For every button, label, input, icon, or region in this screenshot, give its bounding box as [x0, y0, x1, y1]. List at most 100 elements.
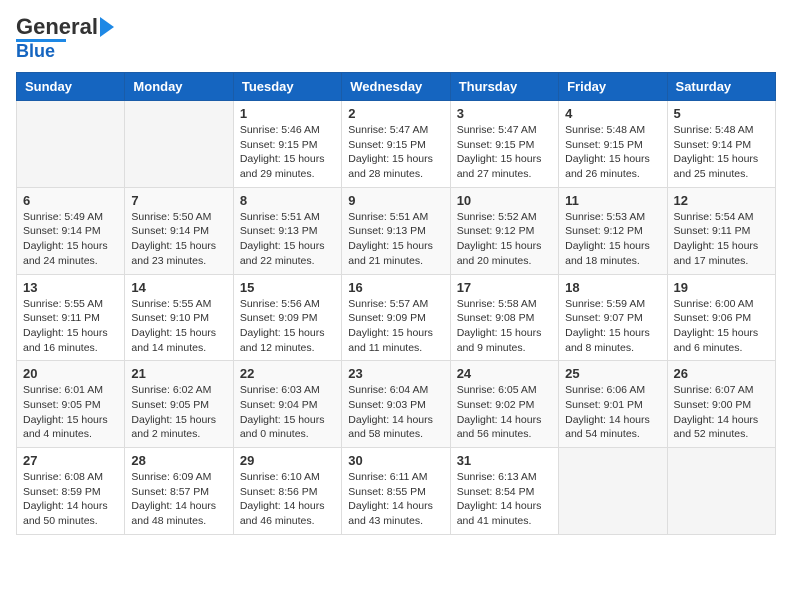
- day-number: 17: [457, 280, 552, 295]
- calendar-cell: 31Sunrise: 6:13 AM Sunset: 8:54 PM Dayli…: [450, 448, 558, 535]
- calendar-cell: 17 Sunrise: 5:58 AM Sunset: 9:08 PM Dayli…: [450, 274, 558, 361]
- calendar-cell: 29Sunrise: 6:10 AM Sunset: 8:56 PM Dayli…: [233, 448, 341, 535]
- calendar-cell: [667, 448, 775, 535]
- day-info: Sunrise: 5:58 AM Sunset: 9:08 PM Dayligh…: [457, 297, 552, 356]
- day-number: 4: [565, 106, 660, 121]
- day-info: Sunrise: 6:06 AM Sunset: 9:01 PM Dayligh…: [565, 383, 660, 442]
- calendar-cell: 27Sunrise: 6:08 AM Sunset: 8:59 PM Dayli…: [17, 448, 125, 535]
- calendar-cell: 24 Sunrise: 6:05 AM Sunset: 9:02 PM Dayli…: [450, 361, 558, 448]
- calendar-cell: 28 Sunrise: 6:09 AM Sunset: 8:57 PM Dayli…: [125, 448, 233, 535]
- calendar-cell: 1 Sunrise: 5:46 AM Sunset: 9:15 PM Daylig…: [233, 101, 341, 188]
- calendar-cell: 9 Sunrise: 5:51 AM Sunset: 9:13 PM Daylig…: [342, 187, 450, 274]
- day-number: 27: [23, 453, 118, 468]
- calendar-cell: 7Sunrise: 5:50 AM Sunset: 9:14 PM Daylig…: [125, 187, 233, 274]
- day-number: 15: [240, 280, 335, 295]
- day-info: Sunrise: 5:59 AM Sunset: 9:07 PM Dayligh…: [565, 297, 660, 356]
- day-number: 13: [23, 280, 118, 295]
- day-number: 9: [348, 193, 443, 208]
- calendar-week-row: 6 Sunrise: 5:49 AM Sunset: 9:14 PM Daylig…: [17, 187, 776, 274]
- calendar-week-row: 1 Sunrise: 5:46 AM Sunset: 9:15 PM Daylig…: [17, 101, 776, 188]
- calendar-cell: 13 Sunrise: 5:55 AM Sunset: 9:11 PM Dayli…: [17, 274, 125, 361]
- calendar-cell: 21 Sunrise: 6:02 AM Sunset: 9:05 PM Dayli…: [125, 361, 233, 448]
- day-number: 12: [674, 193, 769, 208]
- day-number: 1: [240, 106, 335, 121]
- weekday-header-saturday: Saturday: [667, 73, 775, 101]
- day-number: 18: [565, 280, 660, 295]
- day-info: Sunrise: 5:51 AM Sunset: 9:13 PM Dayligh…: [240, 210, 335, 269]
- day-info: Sunrise: 6:02 AM Sunset: 9:05 PM Dayligh…: [131, 383, 226, 442]
- day-info: Sunrise: 5:48 AM Sunset: 9:14 PM Dayligh…: [674, 123, 769, 182]
- day-info: Sunrise: 5:55 AM Sunset: 9:11 PM Dayligh…: [23, 297, 118, 356]
- calendar-cell: 16 Sunrise: 5:57 AM Sunset: 9:09 PM Dayli…: [342, 274, 450, 361]
- day-info: Sunrise: 5:57 AM Sunset: 9:09 PM Dayligh…: [348, 297, 443, 356]
- calendar-cell: [125, 101, 233, 188]
- day-number: 5: [674, 106, 769, 121]
- calendar-cell: 2Sunrise: 5:47 AM Sunset: 9:15 PM Daylig…: [342, 101, 450, 188]
- day-info: Sunrise: 5:54 AM Sunset: 9:11 PM Dayligh…: [674, 210, 769, 269]
- day-info: Sunrise: 5:51 AM Sunset: 9:13 PM Dayligh…: [348, 210, 443, 269]
- calendar-cell: 19 Sunrise: 6:00 AM Sunset: 9:06 PM Dayli…: [667, 274, 775, 361]
- day-number: 24: [457, 366, 552, 381]
- calendar-cell: 26Sunrise: 6:07 AM Sunset: 9:00 PM Dayli…: [667, 361, 775, 448]
- calendar-week-row: 13 Sunrise: 5:55 AM Sunset: 9:11 PM Dayli…: [17, 274, 776, 361]
- calendar-cell: 14Sunrise: 5:55 AM Sunset: 9:10 PM Dayli…: [125, 274, 233, 361]
- day-number: 16: [348, 280, 443, 295]
- day-info: Sunrise: 6:09 AM Sunset: 8:57 PM Dayligh…: [131, 470, 226, 529]
- day-number: 30: [348, 453, 443, 468]
- calendar-header-row: SundayMondayTuesdayWednesdayThursdayFrid…: [17, 73, 776, 101]
- day-number: 28: [131, 453, 226, 468]
- day-info: Sunrise: 5:56 AM Sunset: 9:09 PM Dayligh…: [240, 297, 335, 356]
- day-info: Sunrise: 6:07 AM Sunset: 9:00 PM Dayligh…: [674, 383, 769, 442]
- weekday-header-thursday: Thursday: [450, 73, 558, 101]
- day-info: Sunrise: 6:01 AM Sunset: 9:05 PM Dayligh…: [23, 383, 118, 442]
- day-number: 25: [565, 366, 660, 381]
- day-number: 8: [240, 193, 335, 208]
- day-info: Sunrise: 6:04 AM Sunset: 9:03 PM Dayligh…: [348, 383, 443, 442]
- logo-blue: Blue: [16, 42, 55, 60]
- weekday-header-monday: Monday: [125, 73, 233, 101]
- day-number: 20: [23, 366, 118, 381]
- day-info: Sunrise: 6:05 AM Sunset: 9:02 PM Dayligh…: [457, 383, 552, 442]
- calendar-cell: 22 Sunrise: 6:03 AM Sunset: 9:04 PM Dayli…: [233, 361, 341, 448]
- calendar-cell: 10 Sunrise: 5:52 AM Sunset: 9:12 PM Dayli…: [450, 187, 558, 274]
- day-number: 2: [348, 106, 443, 121]
- calendar-cell: 5 Sunrise: 5:48 AM Sunset: 9:14 PM Daylig…: [667, 101, 775, 188]
- day-number: 7: [131, 193, 226, 208]
- day-info: Sunrise: 6:00 AM Sunset: 9:06 PM Dayligh…: [674, 297, 769, 356]
- calendar-cell: [559, 448, 667, 535]
- day-info: Sunrise: 6:13 AM Sunset: 8:54 PM Dayligh…: [457, 470, 552, 529]
- day-number: 3: [457, 106, 552, 121]
- day-number: 19: [674, 280, 769, 295]
- calendar-cell: 11Sunrise: 5:53 AM Sunset: 9:12 PM Dayli…: [559, 187, 667, 274]
- weekday-header-sunday: Sunday: [17, 73, 125, 101]
- calendar-cell: 23 Sunrise: 6:04 AM Sunset: 9:03 PM Dayli…: [342, 361, 450, 448]
- day-number: 21: [131, 366, 226, 381]
- calendar-cell: 3 Sunrise: 5:47 AM Sunset: 9:15 PM Daylig…: [450, 101, 558, 188]
- calendar-cell: 25 Sunrise: 6:06 AM Sunset: 9:01 PM Dayli…: [559, 361, 667, 448]
- day-info: Sunrise: 5:46 AM Sunset: 9:15 PM Dayligh…: [240, 123, 335, 182]
- calendar-cell: 20 Sunrise: 6:01 AM Sunset: 9:05 PM Dayli…: [17, 361, 125, 448]
- day-info: Sunrise: 6:11 AM Sunset: 8:55 PM Dayligh…: [348, 470, 443, 529]
- day-info: Sunrise: 6:10 AM Sunset: 8:56 PM Dayligh…: [240, 470, 335, 529]
- day-number: 22: [240, 366, 335, 381]
- day-info: Sunrise: 5:47 AM Sunset: 9:15 PM Dayligh…: [457, 123, 552, 182]
- day-info: Sunrise: 5:48 AM Sunset: 9:15 PM Dayligh…: [565, 123, 660, 182]
- day-info: Sunrise: 5:52 AM Sunset: 9:12 PM Dayligh…: [457, 210, 552, 269]
- calendar-table: SundayMondayTuesdayWednesdayThursdayFrid…: [16, 72, 776, 535]
- logo-general: General: [16, 16, 98, 38]
- day-info: Sunrise: 6:03 AM Sunset: 9:04 PM Dayligh…: [240, 383, 335, 442]
- weekday-header-tuesday: Tuesday: [233, 73, 341, 101]
- day-info: Sunrise: 5:53 AM Sunset: 9:12 PM Dayligh…: [565, 210, 660, 269]
- weekday-header-friday: Friday: [559, 73, 667, 101]
- calendar-cell: 15 Sunrise: 5:56 AM Sunset: 9:09 PM Dayli…: [233, 274, 341, 361]
- day-info: Sunrise: 5:49 AM Sunset: 9:14 PM Dayligh…: [23, 210, 118, 269]
- day-info: Sunrise: 5:55 AM Sunset: 9:10 PM Dayligh…: [131, 297, 226, 356]
- logo-arrow-icon: [100, 17, 114, 37]
- calendar-cell: 8 Sunrise: 5:51 AM Sunset: 9:13 PM Daylig…: [233, 187, 341, 274]
- calendar-week-row: 27Sunrise: 6:08 AM Sunset: 8:59 PM Dayli…: [17, 448, 776, 535]
- calendar-cell: 18 Sunrise: 5:59 AM Sunset: 9:07 PM Dayli…: [559, 274, 667, 361]
- calendar-cell: 30 Sunrise: 6:11 AM Sunset: 8:55 PM Dayli…: [342, 448, 450, 535]
- day-number: 6: [23, 193, 118, 208]
- day-number: 10: [457, 193, 552, 208]
- day-number: 23: [348, 366, 443, 381]
